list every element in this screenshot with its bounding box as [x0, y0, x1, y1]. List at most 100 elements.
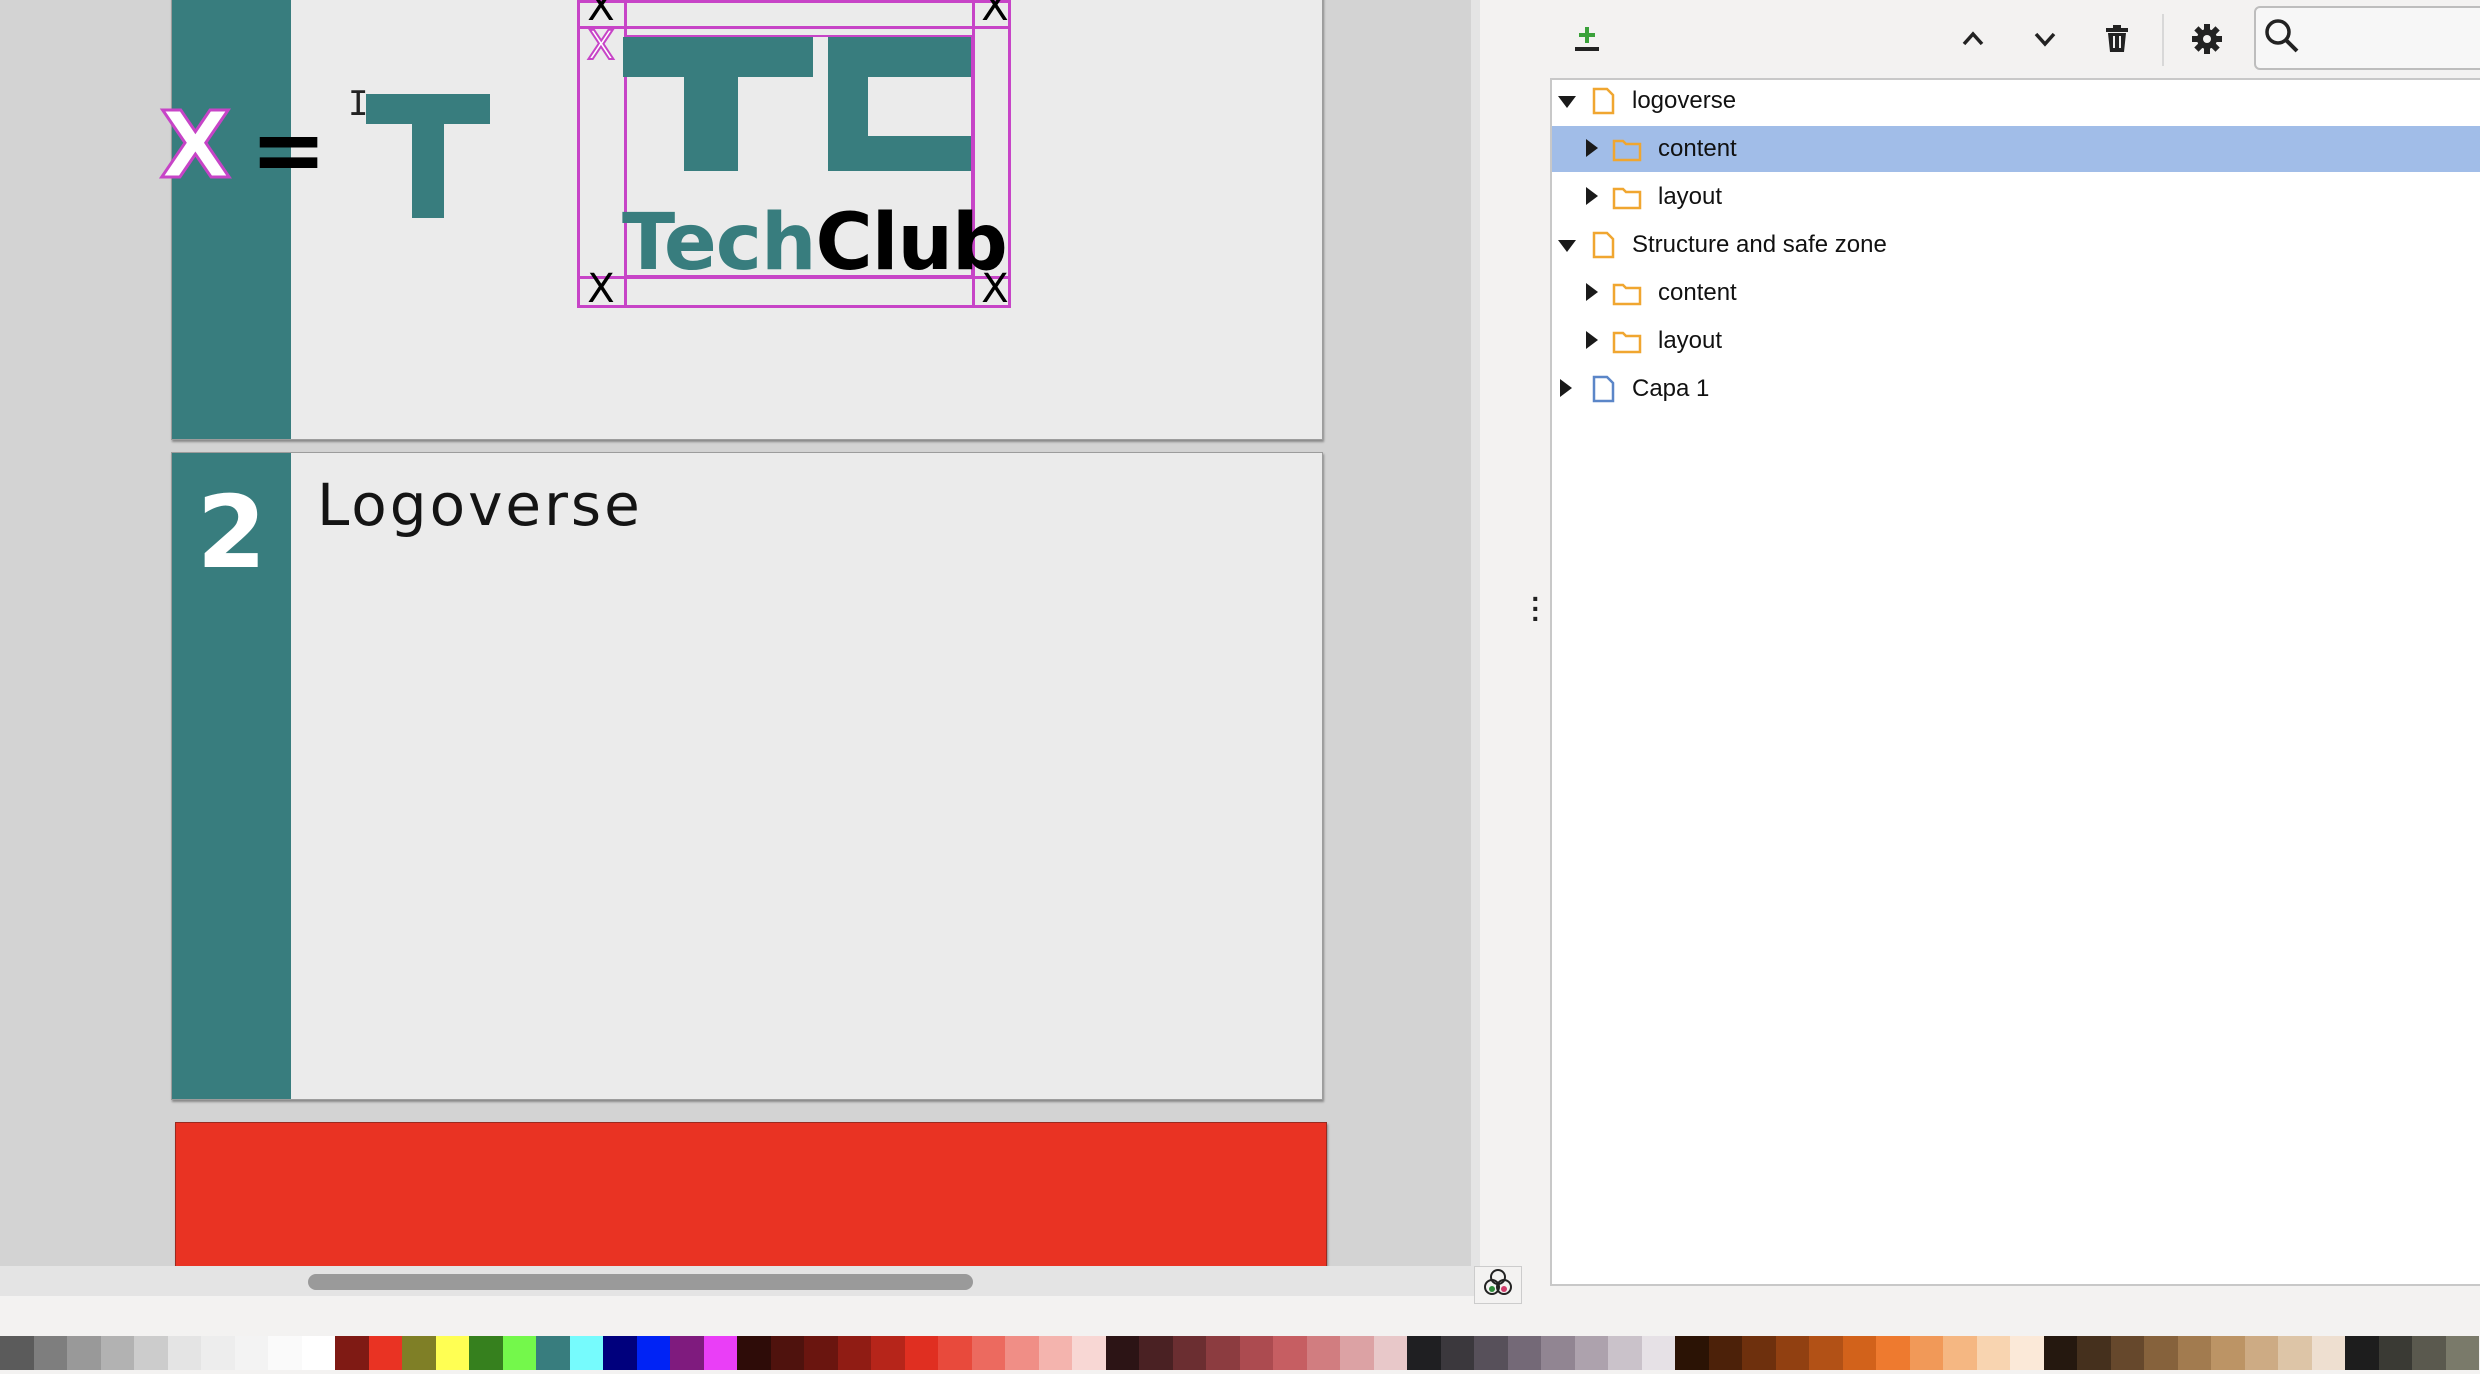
palette-swatch[interactable] — [67, 1336, 101, 1370]
palette-swatch[interactable] — [904, 1336, 938, 1370]
color-management-icon[interactable] — [1474, 1266, 1522, 1304]
delete-layer-button[interactable] — [2092, 14, 2142, 64]
palette-swatch[interactable] — [469, 1336, 503, 1370]
palette-swatch[interactable] — [335, 1336, 369, 1370]
palette-swatch[interactable] — [770, 1336, 804, 1370]
palette-swatch[interactable] — [2311, 1336, 2345, 1370]
palette-swatch[interactable] — [2244, 1336, 2278, 1370]
palette-swatch[interactable] — [201, 1336, 235, 1370]
palette-swatch[interactable] — [1273, 1336, 1307, 1370]
palette-swatch[interactable] — [1038, 1336, 1072, 1370]
palette-swatch[interactable] — [804, 1336, 838, 1370]
palette-swatch[interactable] — [1675, 1336, 1709, 1370]
palette-swatch[interactable] — [636, 1336, 670, 1370]
slide-2[interactable]: 2 Logoverse — [171, 452, 1323, 1100]
palette-swatch[interactable] — [167, 1336, 201, 1370]
expand-arrow-icon[interactable] — [1586, 139, 1598, 157]
palette-swatch[interactable] — [268, 1336, 302, 1370]
layer-row-layout[interactable]: layout — [1552, 174, 2480, 220]
collapse-arrow-icon[interactable] — [1558, 240, 1576, 252]
layer-settings-button[interactable] — [2182, 14, 2232, 64]
expand-arrow-icon[interactable] — [1586, 283, 1598, 301]
expand-arrow-icon[interactable] — [1586, 331, 1598, 349]
palette-swatch[interactable] — [2043, 1336, 2077, 1370]
palette-swatch[interactable] — [2110, 1336, 2144, 1370]
add-layer-button[interactable] — [1562, 14, 1612, 64]
raise-layer-button[interactable] — [1948, 14, 1998, 64]
expand-arrow-icon[interactable] — [1560, 379, 1572, 397]
palette-swatch[interactable] — [1775, 1336, 1809, 1370]
palette-swatch[interactable] — [2077, 1336, 2111, 1370]
palette-swatch[interactable] — [1407, 1336, 1441, 1370]
layer-row-structure[interactable]: Structure and safe zone — [1552, 222, 2480, 268]
palette-swatch[interactable] — [1541, 1336, 1575, 1370]
palette-swatch[interactable] — [0, 1336, 34, 1370]
palette-swatch[interactable] — [134, 1336, 168, 1370]
palette-swatch[interactable] — [1340, 1336, 1374, 1370]
lower-layer-button[interactable] — [2020, 14, 2070, 64]
expand-arrow-icon[interactable] — [1586, 187, 1598, 205]
palette-swatch[interactable] — [1005, 1336, 1039, 1370]
palette-swatch[interactable] — [1206, 1336, 1240, 1370]
equals-sign[interactable]: = — [250, 96, 327, 203]
palette-swatch[interactable] — [871, 1336, 905, 1370]
palette-swatch[interactable] — [536, 1336, 570, 1370]
palette-swatch[interactable] — [1909, 1336, 1943, 1370]
palette-swatch[interactable] — [1440, 1336, 1474, 1370]
palette-swatch[interactable] — [1474, 1336, 1508, 1370]
palette-swatch[interactable] — [2345, 1336, 2379, 1370]
slide-3-red-block[interactable] — [175, 1122, 1327, 1282]
layer-row-layout[interactable]: layout — [1552, 318, 2480, 364]
palette-swatch[interactable] — [1742, 1336, 1776, 1370]
palette-swatch[interactable] — [33, 1336, 67, 1370]
palette-swatch[interactable] — [2278, 1336, 2312, 1370]
palette-swatch[interactable] — [435, 1336, 469, 1370]
palette-swatch[interactable] — [402, 1336, 436, 1370]
palette-swatch[interactable] — [2177, 1336, 2211, 1370]
layer-row-content[interactable]: content — [1552, 270, 2480, 316]
palette-swatch[interactable] — [569, 1336, 603, 1370]
drawing-canvas[interactable]: 2 Logoverse X = I X X X X X TechClub — [0, 0, 1480, 1296]
palette-swatch[interactable] — [1239, 1336, 1273, 1370]
palette-swatch[interactable] — [502, 1336, 536, 1370]
palette-swatch[interactable] — [1574, 1336, 1608, 1370]
palette-swatch[interactable] — [1373, 1336, 1407, 1370]
palette-swatch[interactable] — [1842, 1336, 1876, 1370]
palette-swatch[interactable] — [1943, 1336, 1977, 1370]
palette-swatch[interactable] — [1809, 1336, 1843, 1370]
search-icon[interactable] — [2262, 16, 2302, 56]
palette-swatch[interactable] — [1708, 1336, 1742, 1370]
palette-swatch[interactable] — [2378, 1336, 2412, 1370]
palette-swatch[interactable] — [1641, 1336, 1675, 1370]
logo-wordmark[interactable]: TechClub — [622, 198, 1008, 288]
palette-swatch[interactable] — [670, 1336, 704, 1370]
horizontal-scrollbar-thumb[interactable] — [308, 1274, 973, 1290]
palette-swatch[interactable] — [1105, 1336, 1139, 1370]
panel-splitter[interactable] — [1522, 0, 1550, 1296]
slide-title[interactable]: Logoverse — [317, 471, 643, 539]
collapse-arrow-icon[interactable] — [1558, 96, 1576, 108]
palette-swatch[interactable] — [1608, 1336, 1642, 1370]
palette-swatch[interactable] — [2010, 1336, 2044, 1370]
guide-x-symbol[interactable]: X — [159, 91, 233, 201]
palette-swatch[interactable] — [2412, 1336, 2446, 1370]
palette-swatch[interactable] — [938, 1336, 972, 1370]
vertical-scrollbar-track[interactable] — [1471, 0, 1480, 1296]
palette-swatch[interactable] — [1139, 1336, 1173, 1370]
palette-swatch[interactable] — [971, 1336, 1005, 1370]
palette-swatch[interactable] — [368, 1336, 402, 1370]
palette-swatch[interactable] — [1976, 1336, 2010, 1370]
palette-swatch[interactable] — [737, 1336, 771, 1370]
teal-t-shape-stem[interactable] — [412, 94, 444, 218]
splitter-handle-icon[interactable]: · · · — [1528, 585, 1544, 633]
palette-swatch[interactable] — [1876, 1336, 1910, 1370]
palette-swatch[interactable] — [1072, 1336, 1106, 1370]
palette-swatch[interactable] — [301, 1336, 335, 1370]
palette-swatch[interactable] — [2211, 1336, 2245, 1370]
palette-swatch[interactable] — [2445, 1336, 2479, 1370]
palette-swatch[interactable] — [703, 1336, 737, 1370]
layer-row-capa-1[interactable]: Capa 1 — [1552, 366, 2480, 412]
layer-row-logoverse[interactable]: logoverse — [1552, 78, 2480, 124]
palette-swatch[interactable] — [603, 1336, 637, 1370]
palette-swatch[interactable] — [234, 1336, 268, 1370]
